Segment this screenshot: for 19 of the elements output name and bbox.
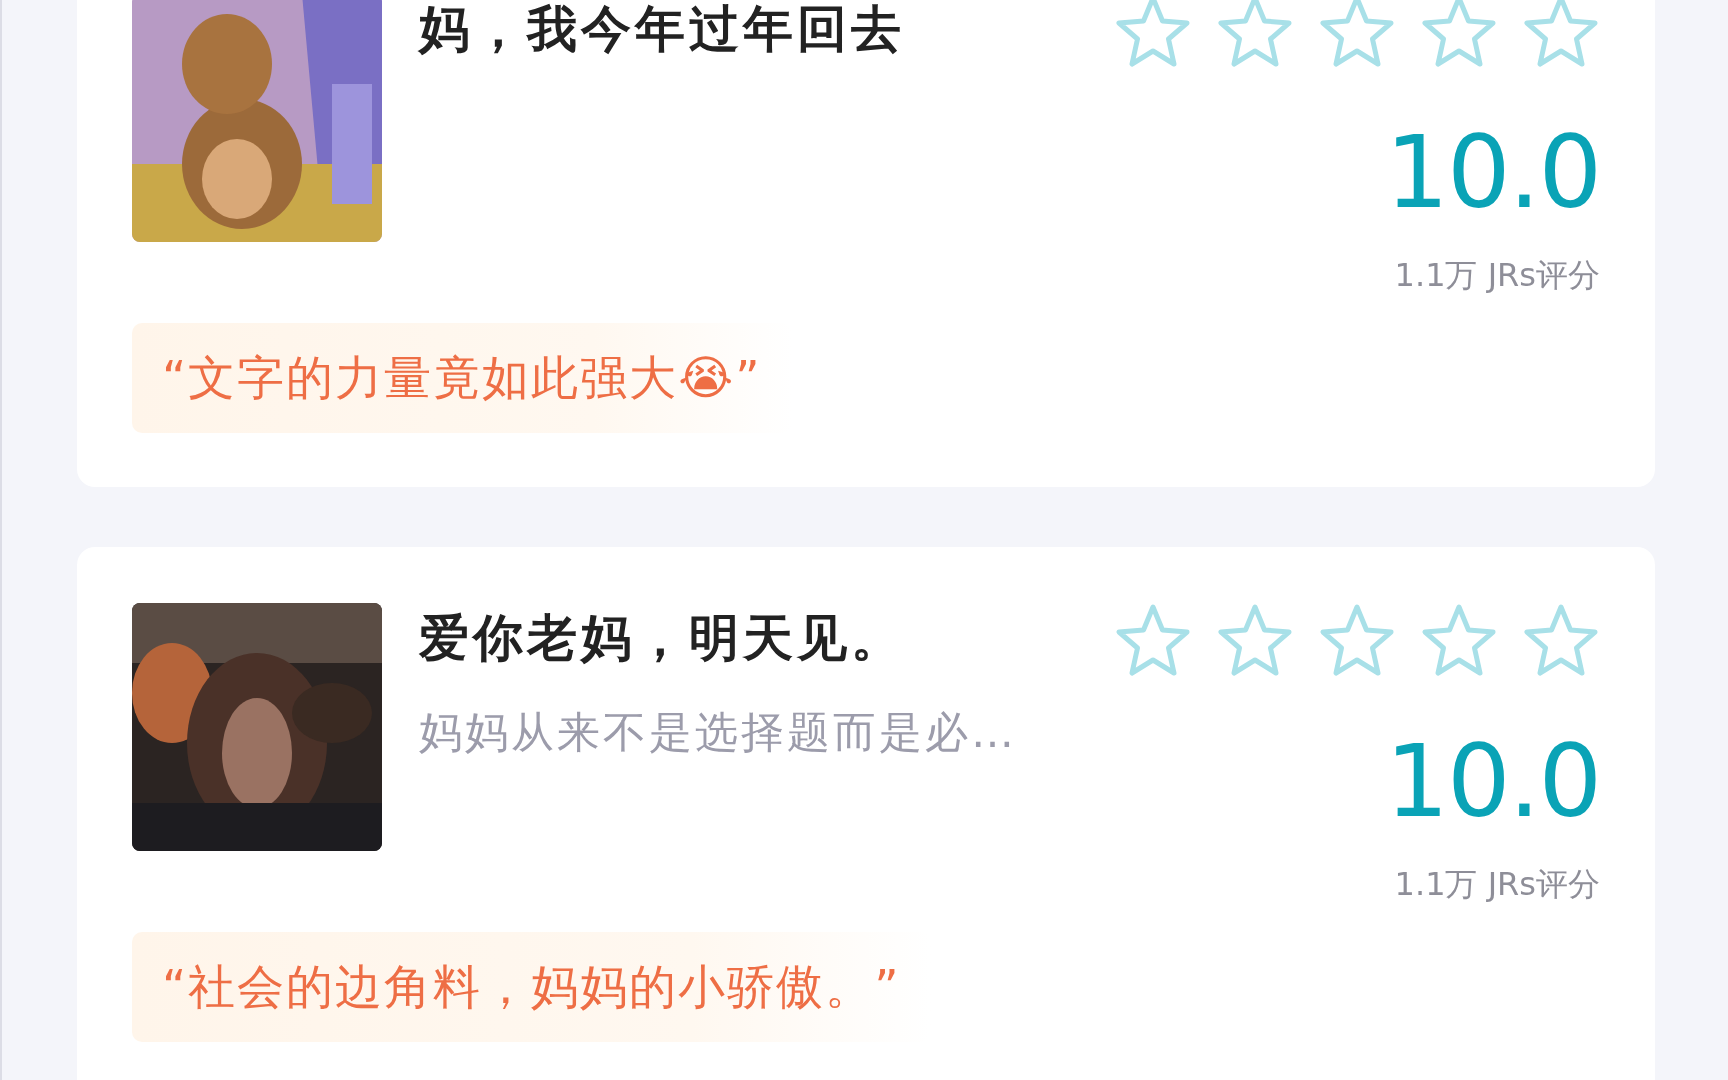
star-icon (1420, 0, 1498, 68)
item-title: 妈，我今年过年回去 (419, 0, 906, 58)
star-icon (1318, 603, 1396, 677)
rating-count: 1.1万 JRs评分 (1394, 864, 1600, 905)
star-icon (1216, 0, 1294, 68)
star-icon (1114, 0, 1192, 68)
star-icon (1114, 603, 1192, 677)
star-icon (1522, 603, 1600, 677)
item-subtitle: 妈妈从来不是选择题而是必… (419, 706, 1018, 759)
star-icon (1216, 603, 1294, 677)
star-icon (1522, 0, 1600, 68)
item-card[interactable]: 爱你老妈，明天见。 妈妈从来不是选择题而是必… 10.0 1.1万 JRs评分 “社会的边角料，妈妈的小骄傲。” (77, 547, 1655, 1080)
rating-count: 1.1万 JRs评分 (1394, 255, 1600, 296)
star-icon (1318, 0, 1396, 68)
item-title: 爱你老妈，明天见。 (419, 609, 906, 667)
score: 10.0 (1385, 727, 1600, 837)
score: 10.0 (1385, 118, 1600, 228)
item-card[interactable]: 妈，我今年过年回去 10.0 1.1万 JRs评分 “文字的力量竟如此强大😭” (77, 0, 1655, 487)
star-icon (1420, 603, 1498, 677)
